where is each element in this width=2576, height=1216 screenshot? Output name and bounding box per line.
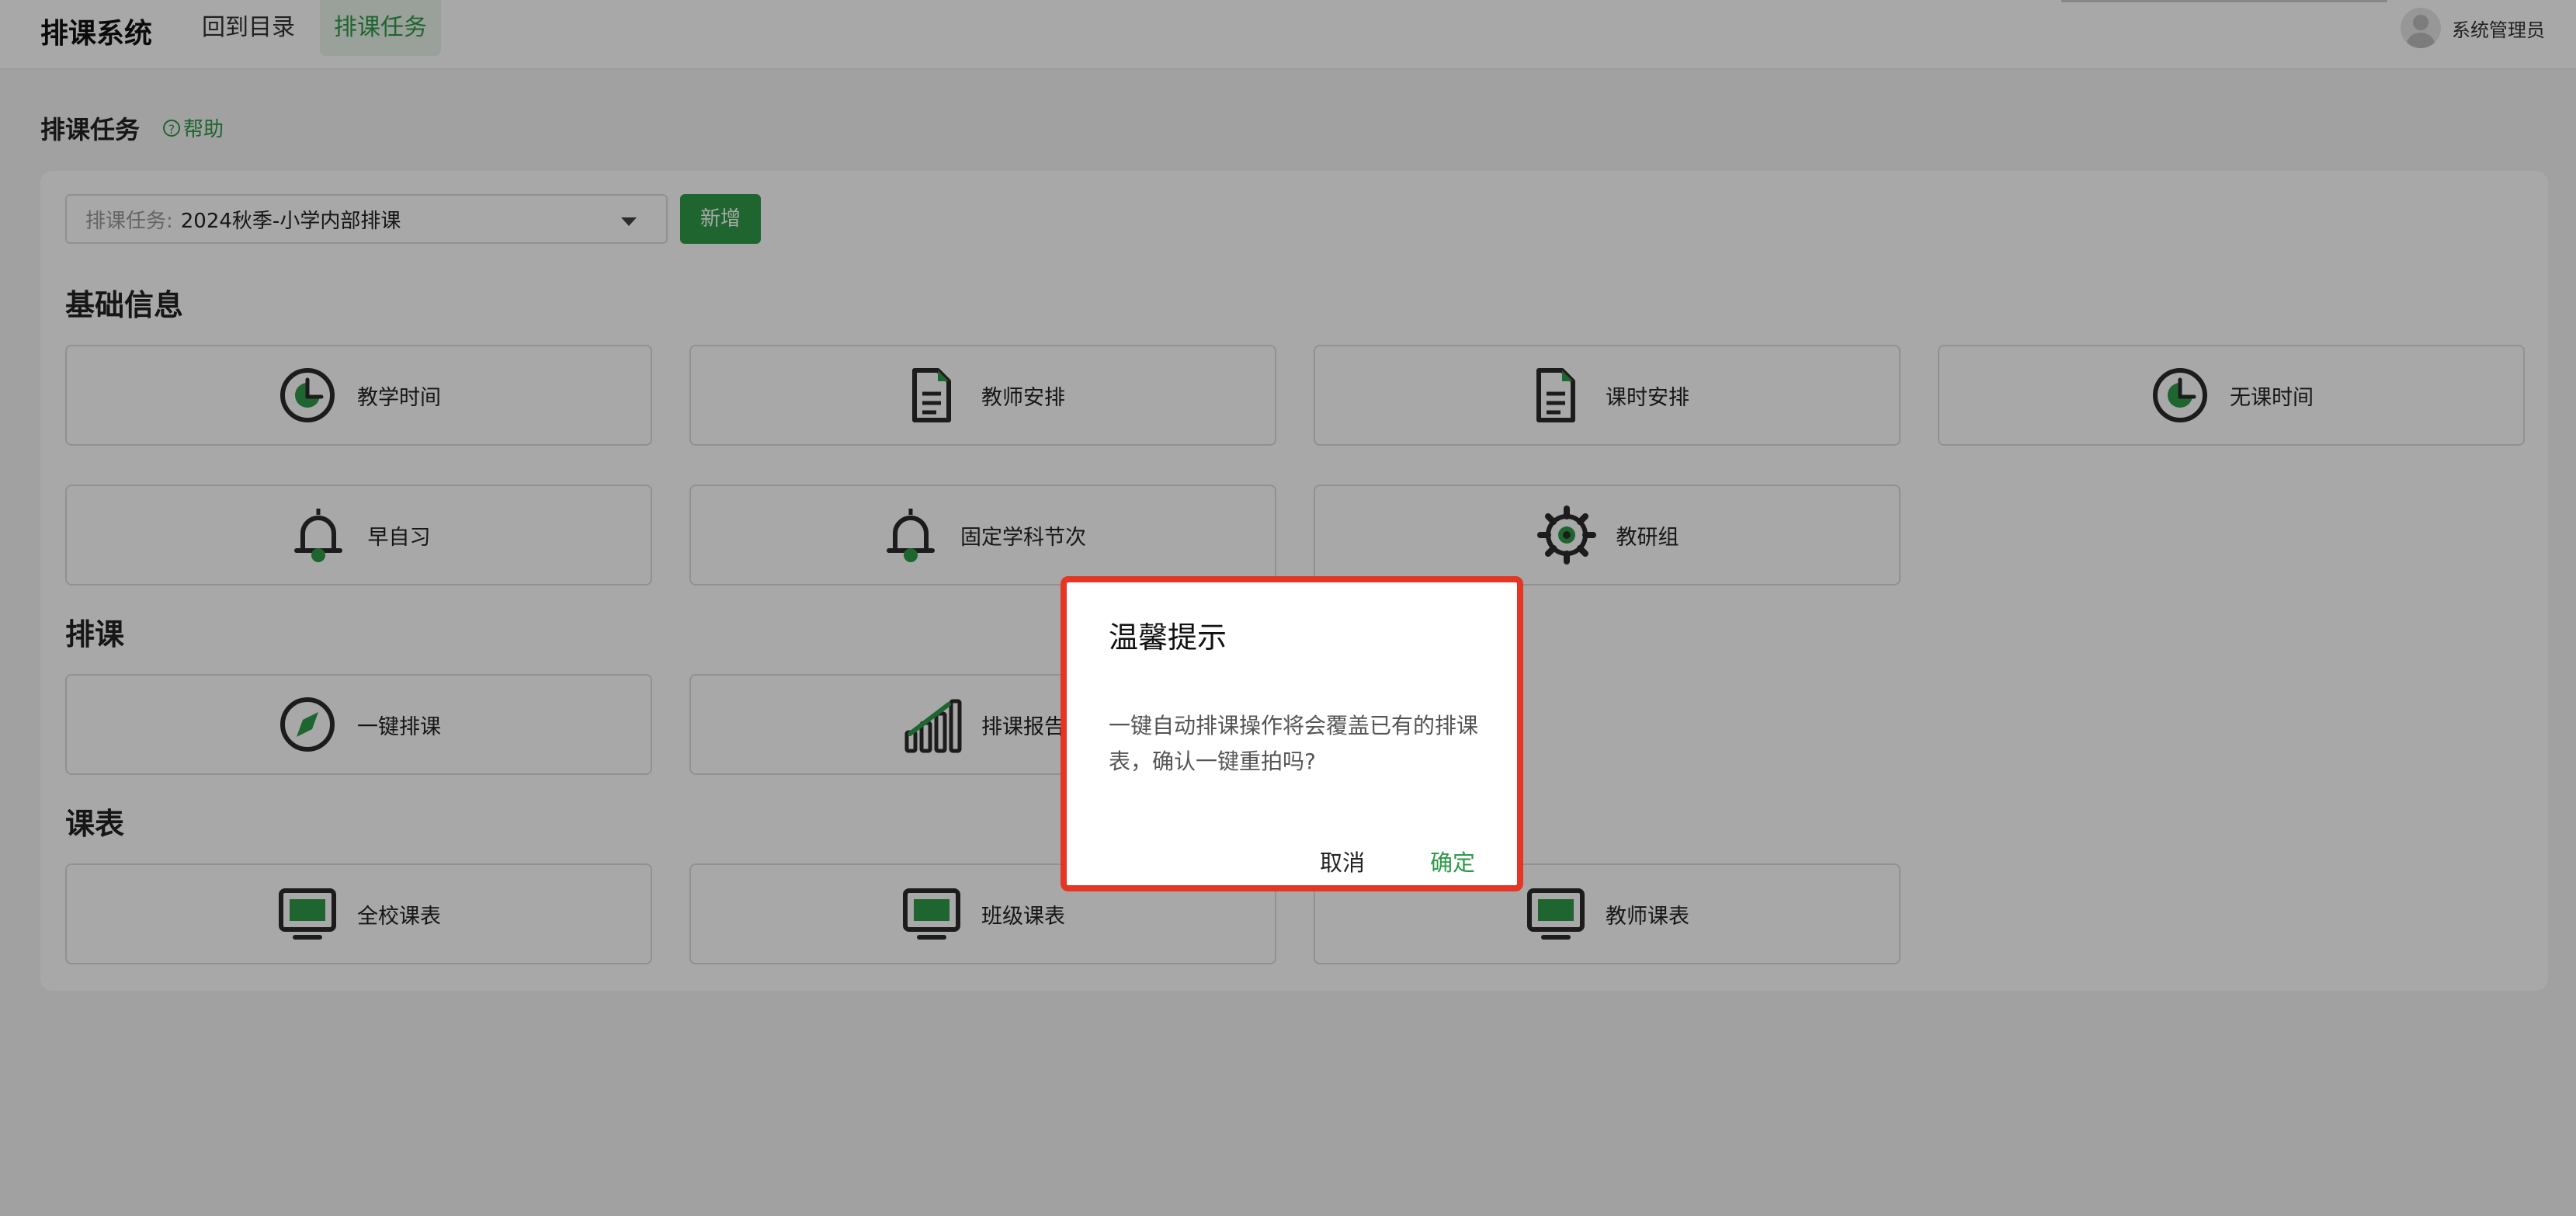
confirm-dialog: 温馨提示 一键自动排课操作将会覆盖已有的排课表，确认一键重拍吗? 取消 确定 xyxy=(1061,576,1523,891)
dialog-message: 一键自动排课操作将会覆盖已有的排课表，确认一键重拍吗? xyxy=(1109,713,1479,774)
dialog-title: 温馨提示 xyxy=(1109,620,1227,655)
confirm-button[interactable]: 确定 xyxy=(1424,842,1481,881)
cancel-button[interactable]: 取消 xyxy=(1314,842,1371,881)
